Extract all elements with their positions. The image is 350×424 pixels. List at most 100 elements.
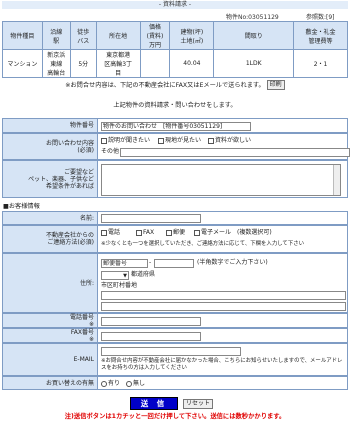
other-label: その他 bbox=[101, 148, 120, 155]
fax-row: FAX番号 ※ bbox=[2, 328, 348, 343]
col-header: 建物(坪) 土地(㎡) bbox=[169, 21, 215, 50]
name-label: 名前: bbox=[3, 212, 98, 224]
address-line-2[interactable] bbox=[101, 302, 346, 311]
option-label: 資料が欲しい bbox=[215, 137, 252, 144]
option-label: FAX bbox=[143, 229, 155, 236]
fax-cell bbox=[98, 329, 347, 342]
request-textarea[interactable] bbox=[101, 164, 341, 196]
inquiry-label-box: お問い合わせ内容 (必須) bbox=[3, 134, 98, 159]
contact-note: ※少なくとも一つを選択していただき、ご連絡方法に応じて、下欄を入力して下さい bbox=[101, 241, 304, 247]
contact-option-phone[interactable]: 電話 bbox=[101, 229, 120, 237]
inquiry-required: (必須) bbox=[77, 146, 94, 154]
option-label: 有り bbox=[108, 380, 121, 387]
checkbox-icon[interactable] bbox=[158, 137, 164, 144]
fax-label-box: FAX番号 ※ bbox=[3, 328, 98, 343]
purchase-option-no[interactable]: 無し bbox=[126, 380, 145, 388]
property-number: 物件No:03051129 bbox=[226, 14, 279, 21]
contact-option-fax[interactable]: FAX bbox=[136, 229, 154, 237]
cell-location: 東京都港 区高輪3丁 目 bbox=[95, 49, 141, 78]
address-label: 住所: bbox=[3, 254, 98, 312]
fax-label: FAX番号 bbox=[70, 328, 94, 336]
property-number-cell: 物件のお問い合わせ [物件番号03051129] bbox=[98, 119, 347, 132]
inquiry-option-docs[interactable]: 資料が欲しい bbox=[208, 137, 251, 145]
textarea-scrollbar[interactable] bbox=[333, 165, 340, 195]
address-line-1[interactable] bbox=[101, 291, 346, 300]
address-cell: 郵便番号 - (半角数字でご入力下さい) ▼ 都道府県 市区町村番地 bbox=[98, 254, 347, 312]
property-number-row: 物件番号 物件のお問い合わせ [物件番号03051129] bbox=[2, 118, 348, 133]
cell-price bbox=[139, 49, 171, 78]
postal-input-1[interactable]: 郵便番号 bbox=[101, 259, 148, 268]
col-header: 敷金・礼金 管理費等 bbox=[293, 21, 348, 50]
checkbox-icon[interactable] bbox=[194, 229, 200, 236]
inquiry-option-visit[interactable]: 現地が見たい bbox=[158, 137, 201, 145]
chevron-down-icon: ▼ bbox=[123, 273, 127, 279]
email-input[interactable] bbox=[101, 347, 241, 356]
cell-deposit: 2・1 bbox=[293, 49, 348, 78]
postal-note: (半角数字でご入力下さい) bbox=[197, 259, 268, 266]
notice-text: ※お問合せ内容は、下記の不動産会社にFAX又はEメールで送られます。 bbox=[65, 82, 265, 89]
col-header: 価格 (賃料) 万円 bbox=[139, 21, 171, 50]
request-label: ご要望など ペット、楽器、子供など 希望条件があれば bbox=[3, 161, 98, 197]
page-title: - 資料請求 - bbox=[2, 1, 348, 9]
purchase-row: お買い替えの有無 有り 無し bbox=[2, 376, 348, 390]
checkbox-icon[interactable] bbox=[101, 137, 107, 144]
option-label: 電子メール (複数選択可) bbox=[201, 229, 272, 236]
prefecture-select[interactable]: ▼ bbox=[101, 271, 129, 280]
email-label: E-MAIL bbox=[3, 344, 98, 375]
checkbox-icon[interactable] bbox=[208, 137, 214, 144]
fax-required-mark: ※ bbox=[88, 335, 94, 343]
fax-input[interactable] bbox=[101, 332, 201, 341]
contact-method-cell: 電話 FAX 郵便 電子メール (複数選択可) ※少なくとも一つを選択していただ… bbox=[98, 226, 347, 252]
inquiry-option-explain[interactable]: 説明が聞きたい bbox=[101, 137, 150, 145]
contact-option-mail[interactable]: 郵便 bbox=[166, 229, 185, 237]
table-header-row: 物件種目 沿線 駅 徒歩 バス 所在地 価格 (賃料) 万円 建物(坪) 土地(… bbox=[2, 21, 348, 50]
contact-method-label: 不動産会社からの ご連絡方法(必須) bbox=[3, 226, 98, 252]
purchase-cell: 有り 無し bbox=[98, 377, 347, 389]
property-number-field[interactable]: 物件のお問い合わせ [物件番号03051129] bbox=[101, 122, 251, 131]
checkbox-icon[interactable] bbox=[166, 229, 172, 236]
col-header: 間取り bbox=[213, 21, 295, 50]
option-label: 現地が見たい bbox=[165, 137, 202, 144]
name-row: 名前: bbox=[2, 211, 348, 225]
postal-dash: - bbox=[149, 259, 152, 266]
phone-input[interactable] bbox=[101, 317, 201, 326]
cell-layout: 1LDK bbox=[213, 49, 295, 78]
phone-required-mark: ※ bbox=[88, 320, 94, 328]
print-button[interactable]: 印刷 bbox=[266, 80, 285, 90]
option-label: 電話 bbox=[108, 229, 121, 236]
email-row: E-MAIL ※お問合せ内容が不動産会社に届かなかった場合、こちらにお知らせいた… bbox=[2, 343, 348, 376]
contact-option-email[interactable]: 電子メール (複数選択可) bbox=[194, 229, 272, 237]
col-header: 徒歩 バス bbox=[69, 21, 97, 50]
checkbox-icon[interactable] bbox=[101, 229, 107, 236]
checkbox-icon[interactable] bbox=[136, 229, 142, 236]
col-header: 物件種目 bbox=[2, 21, 43, 50]
purchase-option-yes[interactable]: 有り bbox=[101, 380, 120, 388]
radio-icon[interactable] bbox=[126, 380, 132, 387]
address-row: 住所: 郵便番号 - (半角数字でご入力下さい) ▼ 都道府県 市区町村番地 bbox=[2, 253, 348, 313]
notice-line: ※お問合せ内容は、下記の不動産会社にFAX又はEメールで送られます。 印刷 bbox=[0, 80, 350, 90]
reset-button[interactable]: リセット bbox=[183, 399, 213, 409]
inquiry-label: お問い合わせ内容 bbox=[45, 139, 94, 147]
col-header: 所在地 bbox=[95, 21, 141, 50]
phone-row: 電話番号 ※ bbox=[2, 313, 348, 328]
submit-button[interactable]: 送 信 bbox=[130, 397, 178, 410]
inquiry-page: - 資料請求 - 物件No:03051129 参照数:[9] 物件種目 沿線 駅… bbox=[0, 0, 350, 424]
purchase-label: お買い替えの有無 bbox=[3, 377, 98, 389]
request-cell bbox=[98, 161, 347, 197]
property-summary-table: 物件種目 沿線 駅 徒歩 バス 所在地 価格 (賃料) 万円 建物(坪) 土地(… bbox=[2, 21, 348, 78]
submit-warning: 注)送信ボタンは1カチッと一回だけ押して下さい。送信には数秒かかります。 bbox=[64, 413, 286, 420]
email-cell: ※お問合せ内容が不動産会社に届かなかった場合、こちらにお知らせいたしますので、メ… bbox=[98, 344, 347, 375]
cell-type: マンション bbox=[2, 49, 43, 78]
contact-method-row: 不動産会社からの ご連絡方法(必須) 電話 FAX 郵便 電子メール (複数選択… bbox=[2, 225, 348, 253]
other-input[interactable] bbox=[120, 148, 350, 157]
option-label: 無し bbox=[133, 380, 146, 387]
city-label: 市区町村番地 bbox=[101, 282, 138, 289]
radio-icon[interactable] bbox=[101, 380, 107, 387]
name-cell bbox=[98, 212, 347, 224]
property-number-label: 物件番号 bbox=[3, 119, 98, 132]
name-input[interactable] bbox=[101, 214, 201, 223]
option-label: 説明が聞きたい bbox=[108, 137, 151, 144]
cell-station: 新京浜 東線 高輪台 bbox=[41, 49, 71, 78]
email-note: ※お問合せ内容が不動産会社に届かなかった場合、こちらにお知らせいたしますので、メ… bbox=[101, 358, 343, 371]
postal-input-2[interactable] bbox=[154, 259, 194, 268]
